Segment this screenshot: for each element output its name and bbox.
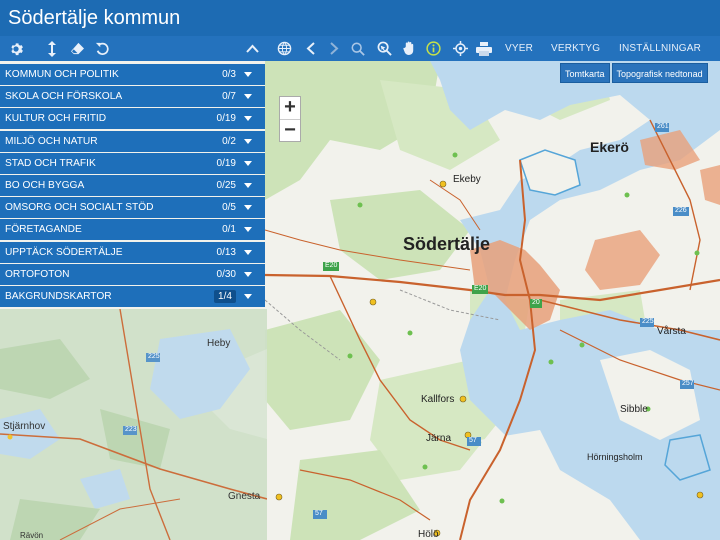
road-number: 20 bbox=[532, 299, 540, 306]
layer-name: BAKGRUNDSKARTOR bbox=[5, 290, 112, 302]
caret-down-icon[interactable] bbox=[244, 249, 252, 255]
tomtkarta-button[interactable]: Tomtkarta bbox=[560, 63, 610, 83]
globe-icon[interactable] bbox=[273, 36, 295, 61]
layer-group-kommun[interactable]: KOMMUN OCH POLITIK 0/3 bbox=[0, 64, 265, 85]
background-map-switcher: Tomtkarta Topografisk nedtonad bbox=[558, 63, 708, 83]
map-label-holo: Hölö bbox=[418, 529, 439, 540]
resize-vertical-icon[interactable] bbox=[41, 36, 63, 61]
layer-panel: KOMMUN OCH POLITIK 0/3 SKOLA OCH FÖRSKOL… bbox=[0, 64, 265, 308]
chevron-left-icon[interactable] bbox=[299, 36, 321, 61]
layer-name: STAD OCH TRAFIK bbox=[5, 157, 96, 169]
layer-name: KOMMUN OCH POLITIK bbox=[5, 69, 119, 80]
search-icon[interactable] bbox=[347, 36, 369, 61]
road-number: 257 bbox=[682, 380, 694, 387]
zoom-control: + − bbox=[279, 96, 301, 142]
road-number: 57 bbox=[469, 437, 477, 444]
toolbar: VYER VERKTYG INSTÄLLNINGAR bbox=[0, 36, 720, 61]
map-label-horningsholm: Hörningsholm bbox=[587, 452, 643, 462]
layer-count: 0/25 bbox=[216, 179, 236, 191]
views-menu[interactable]: VYER bbox=[505, 36, 533, 61]
road-number: E20 bbox=[474, 285, 487, 292]
layer-count: 0/19 bbox=[216, 157, 236, 169]
layer-name: UPPTÄCK SÖDERTÄLJE bbox=[5, 246, 123, 258]
map-label-sodertalje: Södertälje bbox=[403, 234, 490, 254]
road-number: 226 bbox=[675, 207, 687, 214]
map-label-varsta: Vårsta bbox=[657, 325, 686, 337]
map-label-sibble: Sibble bbox=[620, 404, 648, 415]
map-label-rauon: Rävön bbox=[20, 531, 43, 540]
caret-down-icon[interactable] bbox=[244, 227, 252, 233]
zoom-in-button[interactable]: + bbox=[280, 97, 300, 119]
caret-down-icon[interactable] bbox=[244, 160, 252, 166]
topo-nedtonad-button[interactable]: Topografisk nedtonad bbox=[611, 63, 708, 83]
caret-down-icon[interactable] bbox=[244, 116, 252, 122]
map-label-stjarnhov: Stjärnhov bbox=[3, 421, 45, 432]
layer-count: 0/19 bbox=[216, 113, 236, 125]
layer-group-kultur[interactable]: KULTUR OCH FRITID 0/19 bbox=[0, 108, 265, 130]
map-label-gnesta: Gnesta bbox=[228, 491, 261, 502]
caret-down-icon[interactable] bbox=[244, 271, 252, 277]
layer-count: 0/13 bbox=[216, 246, 236, 258]
chevron-right-icon[interactable] bbox=[323, 36, 345, 61]
caret-down-icon[interactable] bbox=[244, 182, 252, 188]
search-select-icon[interactable] bbox=[373, 36, 395, 61]
layer-group-upptack[interactable]: UPPTÄCK SÖDERTÄLJE 0/13 bbox=[0, 241, 265, 263]
layer-group-bo[interactable]: BO OCH BYGGA 0/25 bbox=[0, 174, 265, 196]
caret-down-icon[interactable] bbox=[244, 138, 252, 144]
app-title-bar: Södertälje kommun bbox=[0, 0, 720, 36]
eraser-icon[interactable] bbox=[66, 36, 88, 61]
map-label-kallfors: Kallfors bbox=[421, 394, 454, 405]
tools-menu[interactable]: VERKTYG bbox=[551, 36, 600, 61]
layer-name: MILJÖ OCH NATUR bbox=[5, 135, 98, 147]
caret-down-icon[interactable] bbox=[244, 293, 252, 299]
layer-group-skola[interactable]: SKOLA OCH FÖRSKOLA 0/7 bbox=[0, 86, 265, 108]
gear-icon[interactable] bbox=[5, 36, 27, 61]
layer-count: 0/30 bbox=[216, 268, 236, 280]
settings-menu[interactable]: INSTÄLLNINGAR bbox=[619, 36, 701, 61]
layer-count: 0/3 bbox=[222, 69, 236, 80]
road-number: 225 bbox=[642, 318, 654, 325]
app-title: Södertälje kommun bbox=[8, 7, 181, 29]
chevron-up-icon[interactable] bbox=[241, 36, 263, 61]
layer-count: 0/5 bbox=[222, 202, 236, 214]
layer-name: BO OCH BYGGA bbox=[5, 179, 85, 191]
info-icon[interactable] bbox=[422, 36, 444, 61]
road-number: 261 bbox=[657, 123, 669, 130]
layer-group-miljo[interactable]: MILJÖ OCH NATUR 0/2 bbox=[0, 130, 265, 152]
layer-name: SKOLA OCH FÖRSKOLA bbox=[5, 91, 123, 103]
undo-icon[interactable] bbox=[91, 36, 113, 61]
layer-group-foretagande[interactable]: FÖRETAGANDE 0/1 bbox=[0, 219, 265, 241]
layer-group-bakgrundskartor[interactable]: BAKGRUNDSKARTOR 1/4 bbox=[0, 285, 265, 307]
caret-down-icon[interactable] bbox=[244, 72, 252, 77]
road-number: E20 bbox=[325, 262, 338, 269]
layer-name: OMSORG OCH SOCIALT STÖD bbox=[5, 202, 154, 214]
layer-group-omsorg[interactable]: OMSORG OCH SOCIALT STÖD 0/5 bbox=[0, 197, 265, 219]
layer-group-stad[interactable]: STAD OCH TRAFIK 0/19 bbox=[0, 152, 265, 174]
road-number: 223 bbox=[125, 426, 137, 433]
layer-count: 1/4 bbox=[214, 289, 236, 303]
print-icon[interactable] bbox=[473, 36, 495, 61]
zoom-out-button[interactable]: − bbox=[280, 119, 300, 141]
overview-map: Heby Stjärnhov Gnesta Rävön bbox=[0, 309, 267, 540]
layer-count: 0/7 bbox=[222, 91, 236, 103]
caret-down-icon[interactable] bbox=[244, 94, 252, 100]
layer-group-ortofoton[interactable]: ORTOFOTON 0/30 bbox=[0, 263, 265, 285]
road-number: 57 bbox=[315, 510, 323, 517]
map-label-jarna: Järna bbox=[426, 433, 451, 444]
map-label-ekero: Ekerö bbox=[590, 139, 629, 155]
layer-count: 0/1 bbox=[222, 224, 236, 236]
caret-down-icon[interactable] bbox=[244, 205, 252, 211]
layer-name: KULTUR OCH FRITID bbox=[5, 113, 107, 125]
layer-name: ORTOFOTON bbox=[5, 268, 70, 280]
map-label-ekeby: Ekeby bbox=[453, 174, 481, 185]
layer-count: 0/2 bbox=[222, 135, 236, 147]
layer-name: FÖRETAGANDE bbox=[5, 224, 82, 236]
locate-icon[interactable] bbox=[449, 36, 471, 61]
map-label-heby: Heby bbox=[207, 338, 230, 349]
hand-icon[interactable] bbox=[398, 36, 420, 61]
road-number: 225 bbox=[148, 353, 160, 360]
